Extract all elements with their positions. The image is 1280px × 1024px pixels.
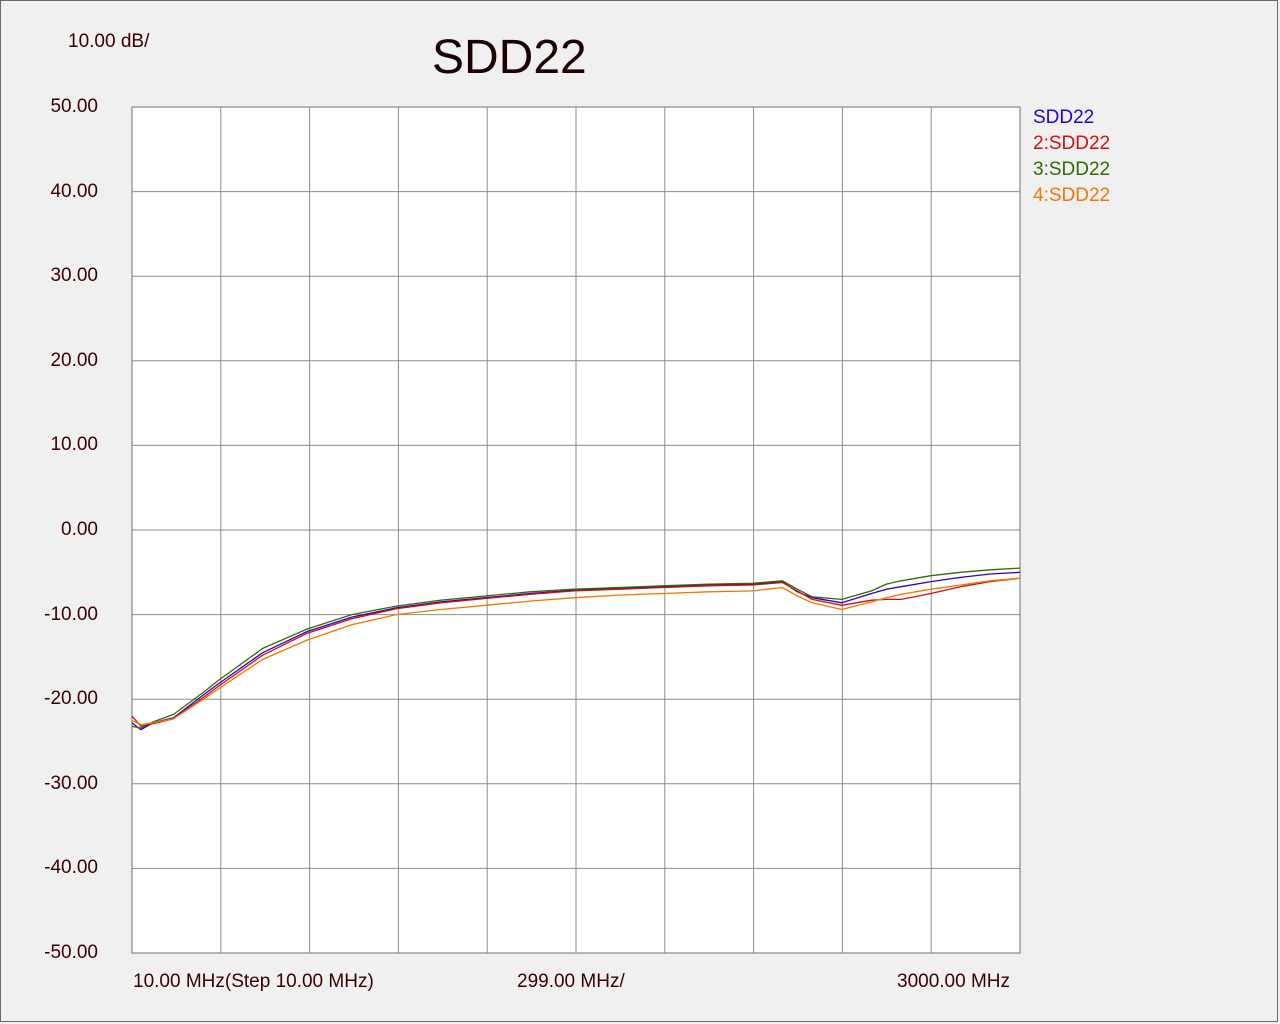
legend-item-1: SDD22 bbox=[1033, 107, 1095, 128]
y-tick-label: -40.00 bbox=[44, 857, 98, 879]
y-tick-label: -10.00 bbox=[44, 603, 98, 625]
x-tick-label-start: 10.00 MHz(Step 10.00 MHz) bbox=[133, 971, 374, 992]
y-tick-label: 30.00 bbox=[50, 265, 98, 287]
y-tick-label: -30.00 bbox=[44, 772, 98, 794]
y-tick-label: 20.00 bbox=[50, 349, 98, 371]
legend-item-4: 4:SDD22 bbox=[1033, 185, 1111, 206]
y-tick-label: -50.00 bbox=[44, 942, 98, 963]
legend-item-3: 3:SDD22 bbox=[1033, 159, 1111, 180]
x-tick-label-stop: 3000.00 MHz bbox=[897, 971, 1011, 992]
y-tick-label: 50.00 bbox=[50, 96, 98, 117]
y-tick-label: 0.00 bbox=[61, 519, 98, 540]
y-tick-label: 40.00 bbox=[50, 180, 98, 202]
x-tick-label-step: 299.00 MHz/ bbox=[517, 971, 625, 992]
y-tick-label: -20.00 bbox=[44, 688, 98, 710]
legend-item-2: 2:SDD22 bbox=[1033, 133, 1111, 154]
y-tick-label: 10.00 bbox=[50, 434, 98, 456]
